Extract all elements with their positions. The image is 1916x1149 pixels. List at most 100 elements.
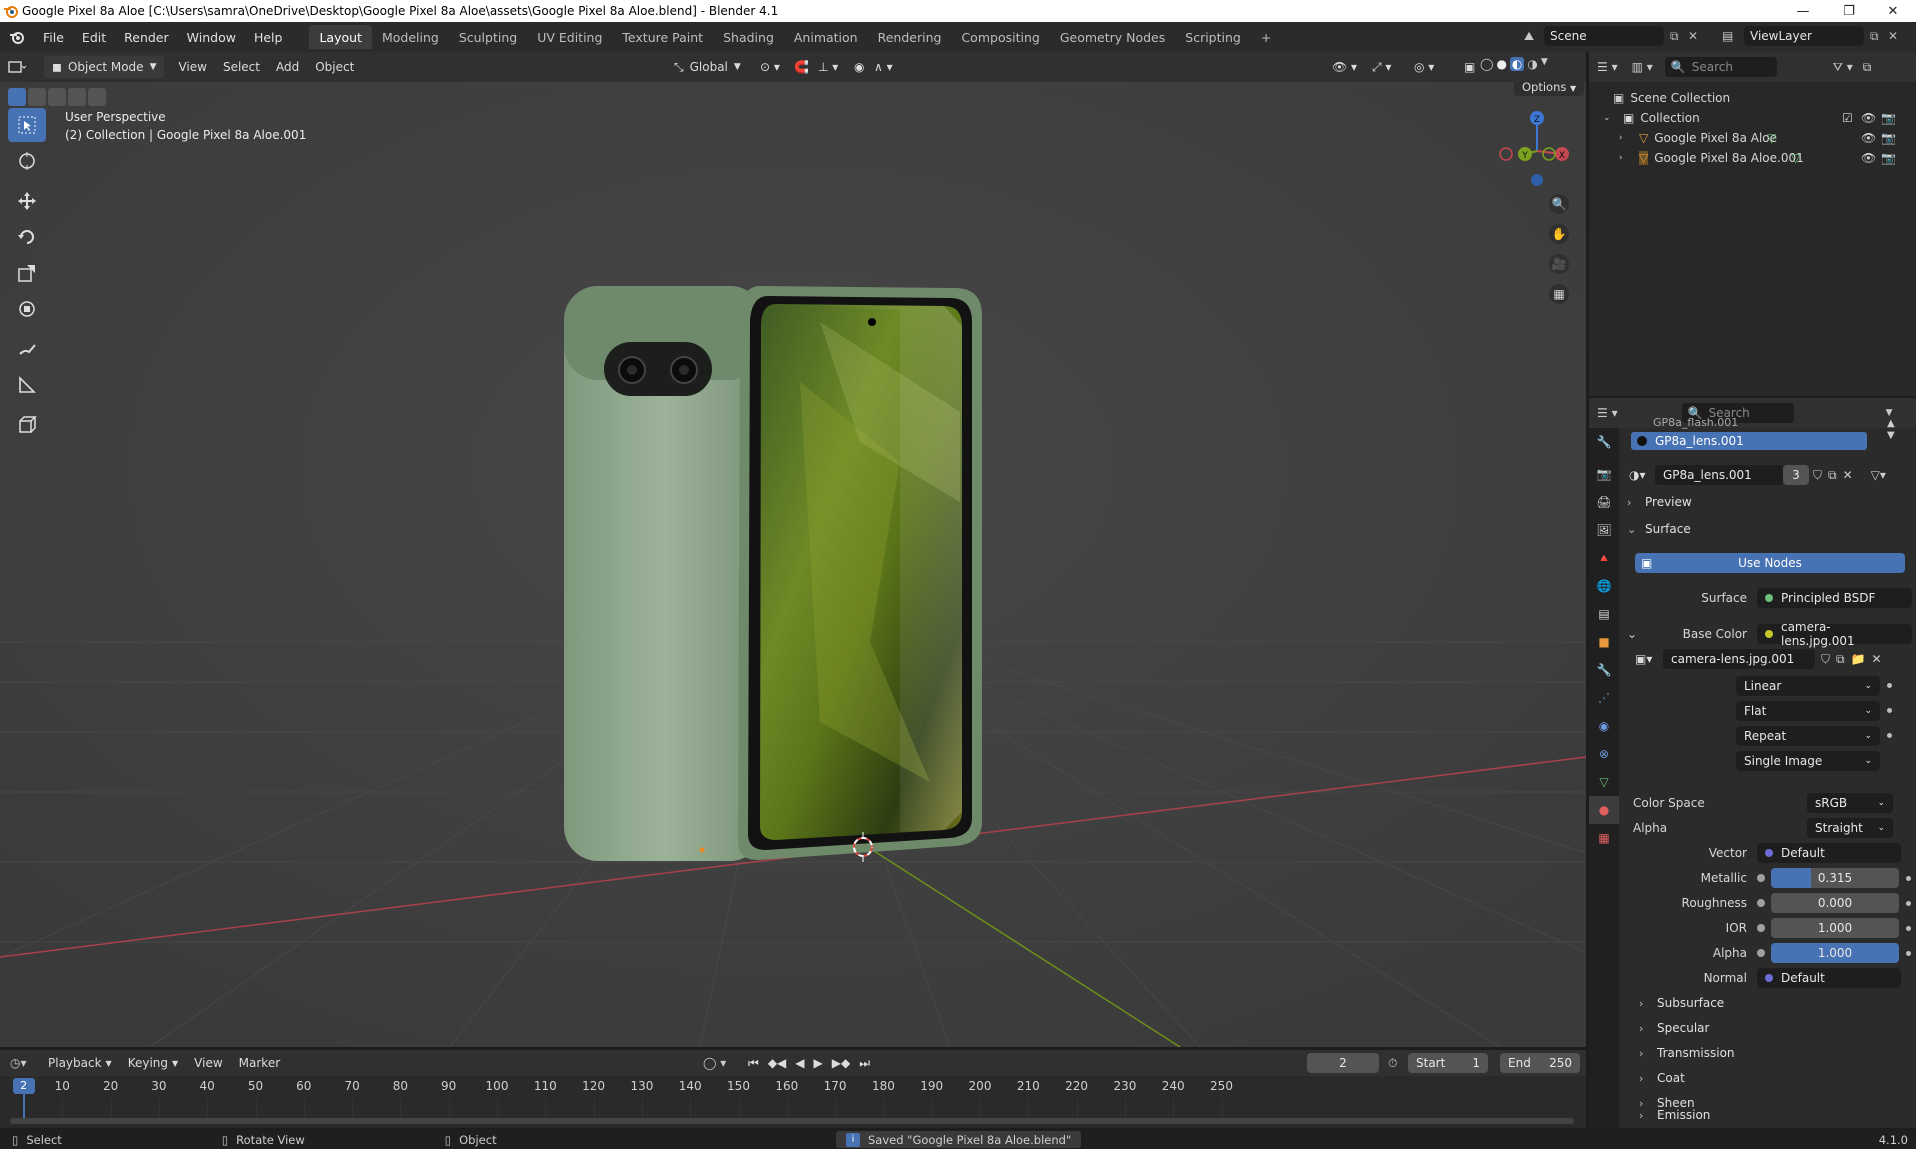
filter-icon[interactable]: ⛛ ▾ [1833, 60, 1853, 75]
unlink-material-icon[interactable]: ✕ [1843, 468, 1853, 482]
physics-tab-icon[interactable]: ◉ [1589, 712, 1619, 740]
alpha-mode-dropdown[interactable]: Straight ⌄ [1807, 818, 1893, 838]
scene-tab-icon[interactable]: 🔺 [1589, 544, 1619, 572]
unlink-image-icon[interactable]: ✕ [1872, 652, 1882, 666]
preview-section[interactable]: › Preview [1627, 491, 1912, 513]
extension-dropdown[interactable]: Repeat ⌄ [1736, 725, 1880, 746]
collection-row[interactable]: ⌄ ▣ Collection ☑ 👁 📷 [1603, 108, 1908, 128]
tab-geometry-nodes[interactable]: Geometry Nodes [1050, 25, 1175, 49]
end-frame-field[interactable]: End 250 [1500, 1053, 1580, 1073]
tab-layout[interactable]: Layout [309, 25, 372, 49]
render-tab-icon[interactable]: 📷 [1589, 460, 1619, 488]
play-reverse-icon[interactable]: ◀ [795, 1056, 804, 1071]
scene-selector[interactable]: Scene [1544, 26, 1664, 46]
play-icon[interactable]: ▶ [814, 1056, 823, 1071]
image-source-dropdown[interactable]: Single Image ⌄ [1736, 750, 1880, 771]
use-nodes-button[interactable]: ▣ Use Nodes [1635, 553, 1905, 573]
float-socket-icon[interactable] [1757, 899, 1765, 907]
float-socket-icon[interactable] [1757, 949, 1765, 957]
output-tab-icon[interactable]: 🖨 [1589, 488, 1619, 516]
tool-tab-icon[interactable]: 🔧 [1589, 428, 1619, 456]
timeline-area[interactable]: 10 20 30 40 50 60 70 80 90 100 110 120 130 140 150 160 1… [0, 1076, 1586, 1128]
menu-edit[interactable]: Edit [73, 22, 115, 52]
ortho-grid-icon[interactable]: ▦ [1549, 284, 1569, 304]
specular-section[interactable]: › Specular [1639, 1017, 1916, 1039]
base-color-link-field[interactable]: camera-lens.jpg.001 [1757, 620, 1912, 648]
duplicate-image-icon[interactable]: ⧉ [1836, 652, 1845, 667]
new-collection-icon[interactable]: ⧉ [1863, 60, 1872, 75]
timeline-editor-type-icon[interactable]: ◷▾ [10, 1056, 40, 1070]
gizmo-toggle-icon[interactable]: ⤢ ▾ [1364, 56, 1399, 78]
interpolation-dropdown[interactable]: Linear ⌄ [1736, 675, 1880, 696]
roughness-slider[interactable]: 0.000 [1771, 893, 1899, 913]
blender-menu-icon[interactable] [0, 22, 34, 52]
menu-file[interactable]: File [34, 22, 73, 52]
ior-field[interactable]: 1.000 [1771, 918, 1899, 938]
tab-rendering[interactable]: Rendering [868, 25, 952, 49]
material-slot-item[interactable]: GP8a_flash.001 [1631, 416, 1861, 430]
cursor-tool[interactable] [8, 144, 46, 178]
outliner-item[interactable]: › ▽ Google Pixel 8a Aloe.001 ▽ 👁 📷 [1619, 148, 1908, 168]
material-preview-icon[interactable]: ◐ [1509, 57, 1525, 71]
chevron-down-icon[interactable]: ⌄ [1627, 627, 1637, 641]
add-cube-tool[interactable] [8, 408, 46, 442]
eye-icon[interactable]: 👁 [1861, 111, 1876, 125]
expand-chevron-icon[interactable]: ⌄ [1603, 113, 1617, 123]
transmission-section[interactable]: › Transmission [1639, 1042, 1916, 1064]
tab-uv-editing[interactable]: UV Editing [527, 25, 612, 49]
subsurface-section[interactable]: › Subsurface [1639, 992, 1916, 1014]
minimize-button[interactable]: — [1780, 0, 1826, 22]
shading-options-icon[interactable]: ▼ [1541, 57, 1548, 71]
jump-start-icon[interactable]: ⏮ [748, 1056, 759, 1071]
tab-compositing[interactable]: Compositing [951, 25, 1049, 49]
material-tab-icon[interactable]: ● [1589, 796, 1619, 824]
texture-tab-icon[interactable]: ▦ [1589, 824, 1619, 852]
material-browse-icon[interactable]: ◑▾ [1629, 468, 1655, 482]
surface-section[interactable]: ⌄ Surface [1627, 518, 1912, 540]
fake-user-shield-icon[interactable]: ⛉ [1813, 468, 1822, 483]
alpha-slider[interactable]: 1.000 [1771, 943, 1899, 963]
options-dropdown[interactable]: Options ▼ [1514, 82, 1585, 96]
outliner-editor-type-icon[interactable]: ☰ ▾ [1597, 60, 1618, 74]
color-space-dropdown[interactable]: sRGB ⌄ [1807, 793, 1893, 813]
world-tab-icon[interactable]: 🌐 [1589, 572, 1619, 600]
select-box-tool[interactable] [8, 108, 46, 142]
slot-scroll-up-icon[interactable]: ▲ [1887, 418, 1895, 430]
scene-remove-icon[interactable]: ✕ [1688, 29, 1706, 43]
menu-window[interactable]: Window [178, 22, 245, 52]
timeline-scrollbar[interactable] [10, 1118, 1574, 1124]
maximize-button[interactable]: ❐ [1826, 0, 1872, 22]
keying-menu[interactable]: Keying ▼ [120, 1052, 186, 1074]
constraints-tab-icon[interactable]: ⊗ [1589, 740, 1619, 768]
expand-chevron-icon[interactable]: › [1619, 133, 1633, 143]
material-filter-icon[interactable]: ▽▾ [1871, 468, 1886, 482]
metallic-slider[interactable]: 0.315 [1771, 868, 1899, 888]
menu-object[interactable]: Object [307, 56, 362, 78]
user-count-badge[interactable]: 3 [1783, 465, 1809, 485]
menu-render[interactable]: Render [115, 22, 178, 52]
menu-add[interactable]: Add [268, 56, 307, 78]
surface-shader-field[interactable]: Principled BSDF [1757, 588, 1912, 608]
playhead-marker[interactable]: 2 [12, 1078, 35, 1094]
tab-animation[interactable]: Animation [784, 25, 868, 49]
collection-tab-icon[interactable]: ▤ [1589, 600, 1619, 628]
camera-render-icon[interactable]: 📷 [1881, 151, 1896, 165]
phone-back-model[interactable] [564, 286, 764, 861]
image-name-field[interactable]: camera-lens.jpg.001 [1663, 649, 1815, 669]
camera-view-icon[interactable]: 🎥 [1549, 254, 1569, 274]
visibility-icon[interactable]: 👁 ▾ [1324, 56, 1365, 78]
emission-section[interactable]: › Emission [1639, 1104, 1916, 1126]
vector-field[interactable]: Default [1757, 843, 1901, 863]
select-new-icon[interactable] [8, 88, 26, 106]
object-tab-icon[interactable]: ■ [1589, 628, 1619, 656]
tab-modeling[interactable]: Modeling [372, 25, 449, 49]
keyframe-dot-icon[interactable] [1906, 900, 1911, 906]
object-mode-dropdown[interactable]: ◼ Object Mode ▼ [44, 56, 165, 78]
tab-scripting[interactable]: Scripting [1175, 25, 1251, 49]
rotate-tool[interactable] [8, 220, 46, 254]
camera-render-icon[interactable]: 📷 [1881, 111, 1896, 125]
expand-chevron-icon[interactable]: › [1619, 153, 1633, 163]
auto-keying-icon[interactable]: ◯ ▾ [703, 1056, 726, 1070]
float-socket-icon[interactable] [1757, 874, 1765, 882]
eye-icon[interactable]: 👁 [1861, 131, 1876, 145]
